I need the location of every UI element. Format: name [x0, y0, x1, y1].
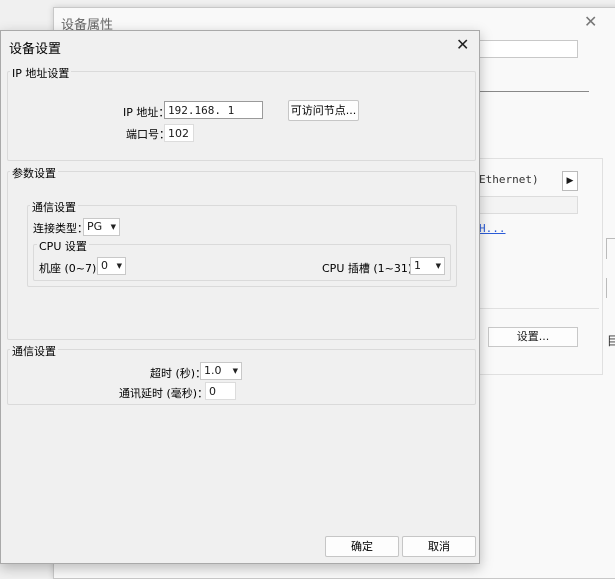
background-settings-button[interactable]: 设置... [488, 327, 578, 347]
ip-address-input[interactable]: 192.168. 1 .111 [164, 101, 263, 135]
accessible-nodes-button[interactable]: 可访问节点... [288, 100, 359, 121]
slot-select[interactable]: 1 ▼ [410, 257, 445, 275]
chevron-down-icon: ▼ [232, 367, 238, 375]
ip-address-label: IP 地址： [123, 106, 170, 119]
delay-input[interactable]: 0 [205, 382, 236, 400]
background-edge-text: 目 [607, 334, 615, 348]
timeout-label: 超时 (秒)： [150, 367, 207, 380]
dialog-title: 设备设置 [9, 42, 62, 57]
rack-value: 0 [101, 259, 108, 272]
slot-value: 1 [414, 259, 421, 272]
cpu-settings-group-title: CPU 设置 [37, 238, 89, 254]
port-input[interactable]: 102 [164, 124, 194, 142]
slot-label: CPU 插槽 (1~31)： [322, 262, 424, 275]
params-settings-group-title: 参数设置 [10, 165, 58, 181]
background-edge-element [606, 238, 615, 259]
ip-settings-group-title: IP 地址设置 [10, 65, 72, 81]
background-arrow-button[interactable]: ▶ [562, 171, 578, 191]
connection-type-select[interactable]: PG ▼ [83, 218, 120, 236]
background-input[interactable] [479, 40, 578, 58]
background-divider [479, 91, 589, 92]
comm-settings-group-title: 通信设置 [10, 343, 58, 359]
connection-type-label: 连接类型： [33, 222, 88, 235]
timeout-value: 1.0 [204, 364, 222, 377]
cancel-button[interactable]: 取消 [402, 536, 476, 557]
background-link[interactable]: H... [479, 222, 506, 235]
background-divider-2 [479, 308, 599, 309]
dialog-titlebar: 设备设置 ✕ [1, 31, 479, 61]
chevron-down-icon: ▼ [116, 262, 122, 270]
delay-label: 通讯延时 (毫秒)： [119, 387, 209, 400]
close-icon[interactable]: ✕ [456, 35, 469, 54]
device-settings-dialog: 设备设置 ✕ IP 地址设置 IP 地址： 192.168. 1 .111 可访… [0, 30, 480, 564]
background-close-icon[interactable]: ✕ [584, 12, 597, 31]
chevron-down-icon: ▼ [110, 223, 116, 231]
background-field [479, 196, 578, 214]
background-edge-element-2 [606, 278, 615, 298]
ok-button[interactable]: 确定 [325, 536, 399, 557]
comm-sub-group-title: 通信设置 [30, 199, 78, 215]
connection-type-value: PG [87, 220, 103, 233]
chevron-down-icon: ▼ [435, 262, 441, 270]
timeout-select[interactable]: 1.0 ▼ [200, 362, 242, 380]
rack-select[interactable]: 0 ▼ [97, 257, 126, 275]
